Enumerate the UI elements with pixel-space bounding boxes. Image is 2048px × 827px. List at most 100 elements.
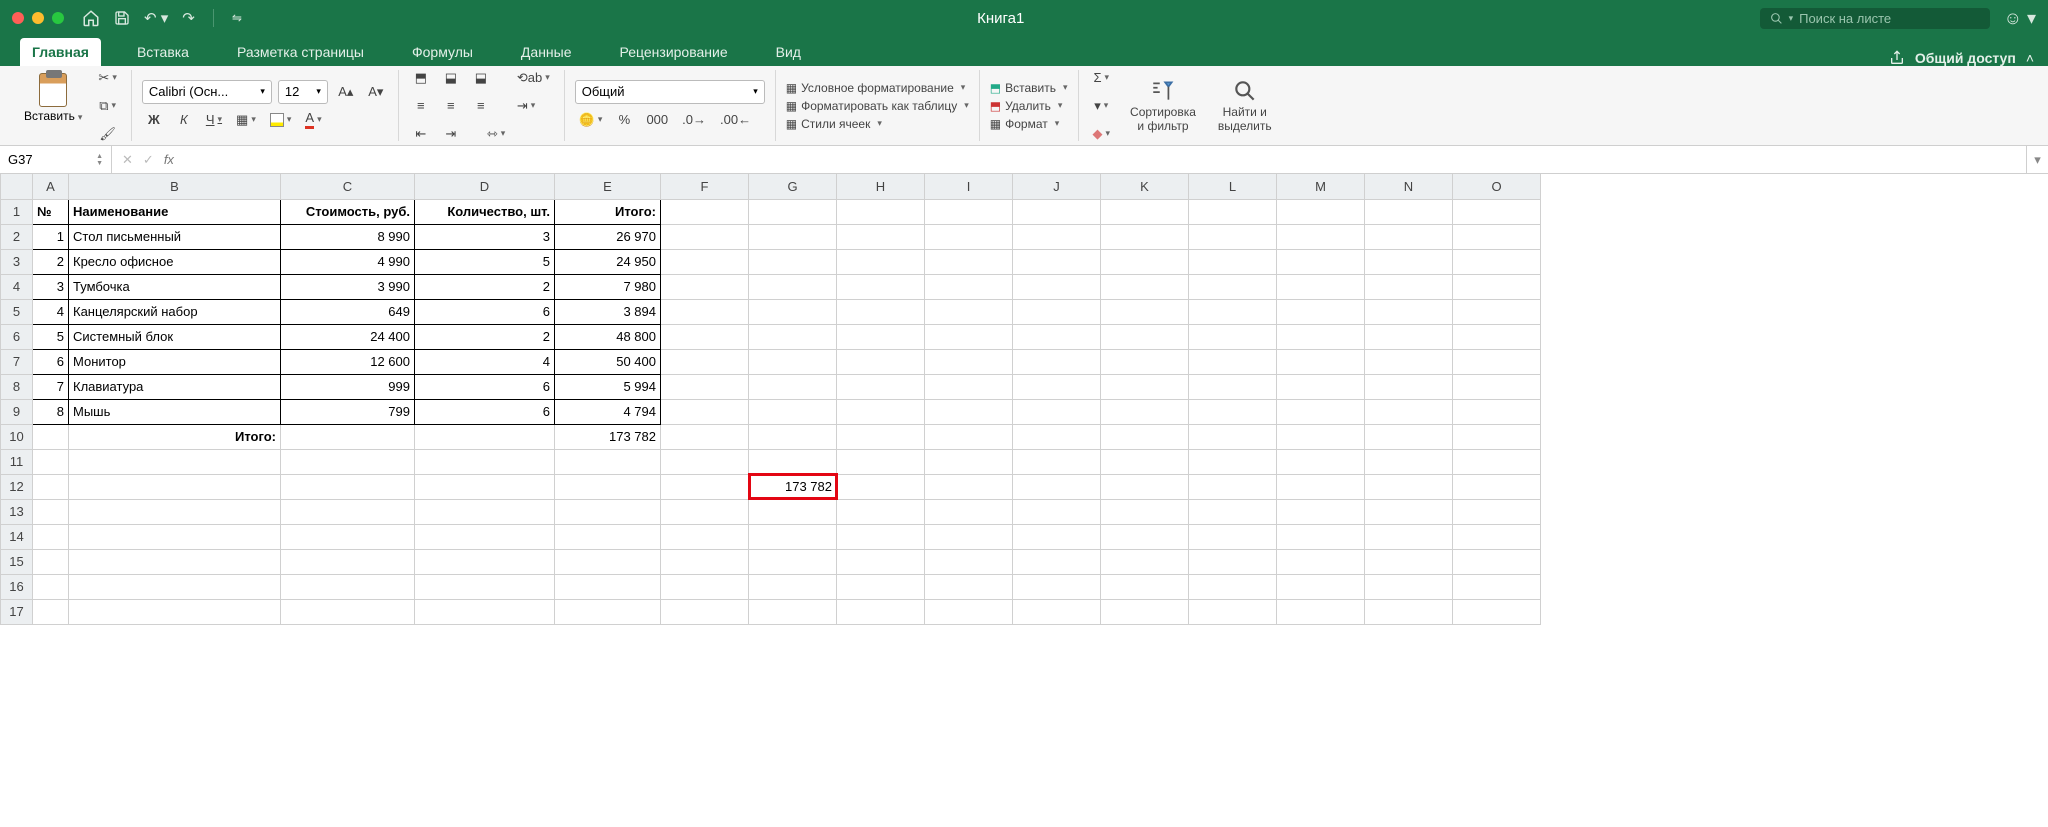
cell[interactable] bbox=[1013, 199, 1101, 224]
cell[interactable] bbox=[33, 474, 69, 499]
cell[interactable] bbox=[1189, 424, 1277, 449]
cell[interactable] bbox=[555, 474, 661, 499]
cell[interactable] bbox=[1189, 374, 1277, 399]
cell[interactable] bbox=[1101, 274, 1189, 299]
row-header[interactable]: 9 bbox=[1, 399, 33, 424]
row-header[interactable]: 15 bbox=[1, 549, 33, 574]
cell[interactable] bbox=[925, 374, 1013, 399]
cell[interactable]: 6 bbox=[415, 299, 555, 324]
save-icon[interactable] bbox=[114, 10, 130, 26]
bold-button[interactable]: Ж bbox=[142, 108, 166, 132]
conditional-formatting-button[interactable]: ▦Условное форматирование bbox=[786, 81, 969, 95]
cell[interactable] bbox=[1453, 474, 1541, 499]
cell[interactable] bbox=[837, 249, 925, 274]
cell[interactable] bbox=[749, 599, 837, 624]
cell[interactable] bbox=[1365, 399, 1453, 424]
cell[interactable]: Наименование bbox=[69, 199, 281, 224]
cell[interactable] bbox=[1453, 549, 1541, 574]
cell[interactable] bbox=[837, 224, 925, 249]
cell[interactable] bbox=[1365, 249, 1453, 274]
cell[interactable] bbox=[925, 399, 1013, 424]
row-header[interactable]: 10 bbox=[1, 424, 33, 449]
tab-page-layout[interactable]: Разметка страницы bbox=[225, 38, 376, 66]
align-middle-icon[interactable]: ⬓ bbox=[439, 66, 463, 90]
cell[interactable] bbox=[661, 499, 749, 524]
cell[interactable] bbox=[1101, 599, 1189, 624]
cell[interactable] bbox=[69, 549, 281, 574]
format-as-table-button[interactable]: ▦Форматировать как таблицу bbox=[786, 99, 969, 113]
wrap-text-icon[interactable]: ⇥ bbox=[513, 94, 539, 118]
select-all-corner[interactable] bbox=[1, 174, 33, 199]
cell[interactable]: Стоимость, руб. bbox=[281, 199, 415, 224]
cell[interactable] bbox=[555, 524, 661, 549]
cell[interactable] bbox=[1365, 449, 1453, 474]
cell[interactable] bbox=[925, 299, 1013, 324]
cell[interactable] bbox=[33, 599, 69, 624]
cell[interactable]: 12 600 bbox=[281, 349, 415, 374]
cell[interactable]: 649 bbox=[281, 299, 415, 324]
cell[interactable] bbox=[749, 224, 837, 249]
number-format-select[interactable]: Общий▾ bbox=[575, 80, 765, 104]
col-header[interactable]: O bbox=[1453, 174, 1541, 199]
cell[interactable] bbox=[1101, 424, 1189, 449]
cell[interactable] bbox=[555, 449, 661, 474]
cell[interactable] bbox=[1013, 299, 1101, 324]
format-painter-icon[interactable]: 🖌 bbox=[94, 122, 120, 146]
cell[interactable] bbox=[281, 574, 415, 599]
tab-home[interactable]: Главная bbox=[20, 38, 101, 66]
format-cells-button[interactable]: ▦Формат bbox=[990, 117, 1068, 131]
cell[interactable] bbox=[661, 399, 749, 424]
cell[interactable]: Монитор bbox=[69, 349, 281, 374]
row-header[interactable]: 5 bbox=[1, 299, 33, 324]
cell[interactable] bbox=[837, 574, 925, 599]
paste-button[interactable]: Вставить bbox=[20, 66, 86, 130]
row-header[interactable]: 17 bbox=[1, 599, 33, 624]
font-color-icon[interactable]: A bbox=[301, 108, 325, 132]
cell[interactable] bbox=[925, 499, 1013, 524]
col-header[interactable]: K bbox=[1101, 174, 1189, 199]
cell[interactable] bbox=[1189, 574, 1277, 599]
cell[interactable] bbox=[1013, 524, 1101, 549]
cell[interactable] bbox=[33, 449, 69, 474]
cell[interactable] bbox=[1365, 199, 1453, 224]
home-icon[interactable] bbox=[82, 9, 100, 27]
cell[interactable] bbox=[1453, 574, 1541, 599]
cancel-formula-icon[interactable]: ✕ bbox=[122, 152, 133, 168]
cell[interactable] bbox=[1013, 549, 1101, 574]
clear-icon[interactable]: ◆ bbox=[1089, 122, 1115, 146]
cell[interactable] bbox=[1013, 449, 1101, 474]
cell[interactable] bbox=[1189, 599, 1277, 624]
tab-view[interactable]: Вид bbox=[764, 38, 813, 66]
cell-g12-highlight[interactable]: 173 782 bbox=[749, 474, 837, 499]
cell[interactable] bbox=[749, 249, 837, 274]
cell[interactable] bbox=[33, 499, 69, 524]
row-header[interactable]: 11 bbox=[1, 449, 33, 474]
cell[interactable] bbox=[1013, 224, 1101, 249]
row-header[interactable]: 3 bbox=[1, 249, 33, 274]
align-bottom-icon[interactable]: ⬓ bbox=[469, 66, 493, 90]
share-button[interactable]: Общий доступ bbox=[1915, 50, 2016, 66]
sort-filter-button[interactable]: Сортировка и фильтр bbox=[1124, 78, 1202, 134]
cell[interactable] bbox=[1013, 399, 1101, 424]
cell[interactable] bbox=[1013, 499, 1101, 524]
decrease-decimal-icon[interactable]: .00← bbox=[716, 108, 755, 132]
cell[interactable] bbox=[1365, 599, 1453, 624]
cell[interactable] bbox=[33, 574, 69, 599]
cell[interactable] bbox=[837, 299, 925, 324]
cell[interactable]: Итого: bbox=[69, 424, 281, 449]
cell[interactable] bbox=[1365, 549, 1453, 574]
cell[interactable] bbox=[1277, 574, 1365, 599]
cell[interactable] bbox=[661, 549, 749, 574]
cell[interactable]: 4 bbox=[415, 349, 555, 374]
copy-icon[interactable]: ⧉ bbox=[94, 94, 120, 118]
cell[interactable] bbox=[661, 524, 749, 549]
cell[interactable] bbox=[749, 574, 837, 599]
cell[interactable] bbox=[925, 274, 1013, 299]
font-size-select[interactable]: 12▾ bbox=[278, 80, 328, 104]
cell[interactable] bbox=[555, 549, 661, 574]
cell[interactable] bbox=[1453, 299, 1541, 324]
cell[interactable]: 7 980 bbox=[555, 274, 661, 299]
cell[interactable] bbox=[281, 549, 415, 574]
cell[interactable] bbox=[1365, 349, 1453, 374]
row-header[interactable]: 8 bbox=[1, 374, 33, 399]
